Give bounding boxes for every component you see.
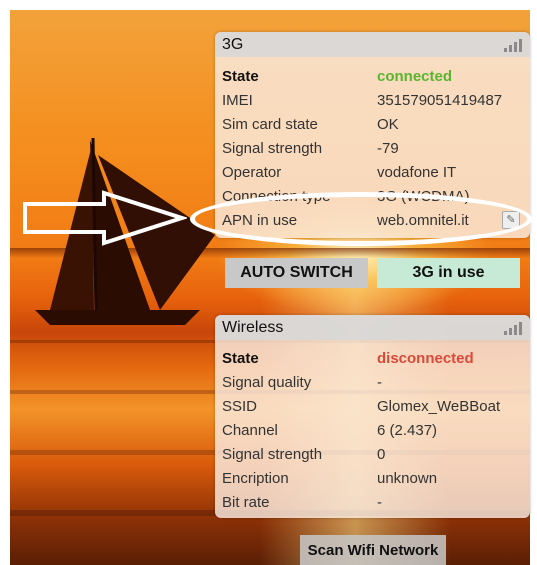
threeg-panel-title: 3G: [222, 35, 244, 53]
row-value: 351579051419487: [377, 91, 503, 109]
wireless-row-channel: Channel 6 (2.437): [215, 418, 530, 442]
auto-switch-button[interactable]: AUTO SWITCH: [225, 258, 368, 288]
row-value: -: [377, 493, 382, 511]
wireless-row-quality: Signal quality -: [215, 370, 530, 394]
row-label: SSID: [222, 397, 258, 415]
scan-wifi-button[interactable]: Scan Wifi Network: [300, 535, 446, 565]
row-label: IMEI: [222, 91, 253, 109]
row-label: State: [222, 67, 259, 85]
row-label: Sim card state: [222, 115, 318, 133]
row-label: Bit rate: [222, 493, 270, 511]
wireless-row-signal: Signal strength 0: [215, 442, 530, 466]
state-value: disconnected: [377, 349, 474, 367]
wireless-row-state: State disconnected: [215, 346, 530, 370]
highlight-ellipse: [190, 192, 532, 246]
row-label: Operator: [222, 163, 282, 181]
wireless-row-encription: Encription unknown: [215, 466, 530, 490]
wireless-panel-header: Wireless: [215, 315, 530, 340]
row-value: vodafone IT: [377, 163, 457, 181]
row-label: Signal strength: [222, 139, 323, 157]
threeg-row-operator: Operator vodafone IT: [215, 160, 530, 184]
row-label: Signal quality: [222, 373, 312, 391]
row-value: Glomex_WeBBoat: [377, 397, 501, 415]
row-value: -79: [377, 139, 399, 157]
threeg-row-sim: Sim card state OK: [215, 112, 530, 136]
threeg-panel-header: 3G: [215, 32, 530, 57]
row-label: Channel: [222, 421, 278, 439]
row-value: 6 (2.437): [377, 421, 438, 439]
threeg-row-state: State connected: [215, 64, 530, 88]
threeg-row-signal: Signal strength -79: [215, 136, 530, 160]
row-value: -: [377, 373, 382, 391]
arrow-right-icon: [23, 190, 187, 246]
threeg-in-use-button[interactable]: 3G in use: [377, 258, 520, 288]
row-label: Encription: [222, 469, 289, 487]
signal-bars-icon: [504, 321, 522, 335]
signal-bars-icon: [504, 38, 522, 52]
wireless-panel-title: Wireless: [222, 318, 284, 336]
state-value: connected: [377, 67, 453, 85]
row-value: unknown: [377, 469, 438, 487]
wireless-row-ssid: SSID Glomex_WeBBoat: [215, 394, 530, 418]
row-label: Signal strength: [222, 445, 323, 463]
threeg-row-imei: IMEI 351579051419487: [215, 88, 530, 112]
row-value: 0: [377, 445, 386, 463]
wireless-panel: Wireless State disconnected Signal quali…: [215, 315, 530, 518]
row-value: OK: [377, 115, 399, 133]
wireless-row-bitrate: Bit rate -: [215, 490, 530, 514]
row-label: State: [222, 349, 259, 367]
